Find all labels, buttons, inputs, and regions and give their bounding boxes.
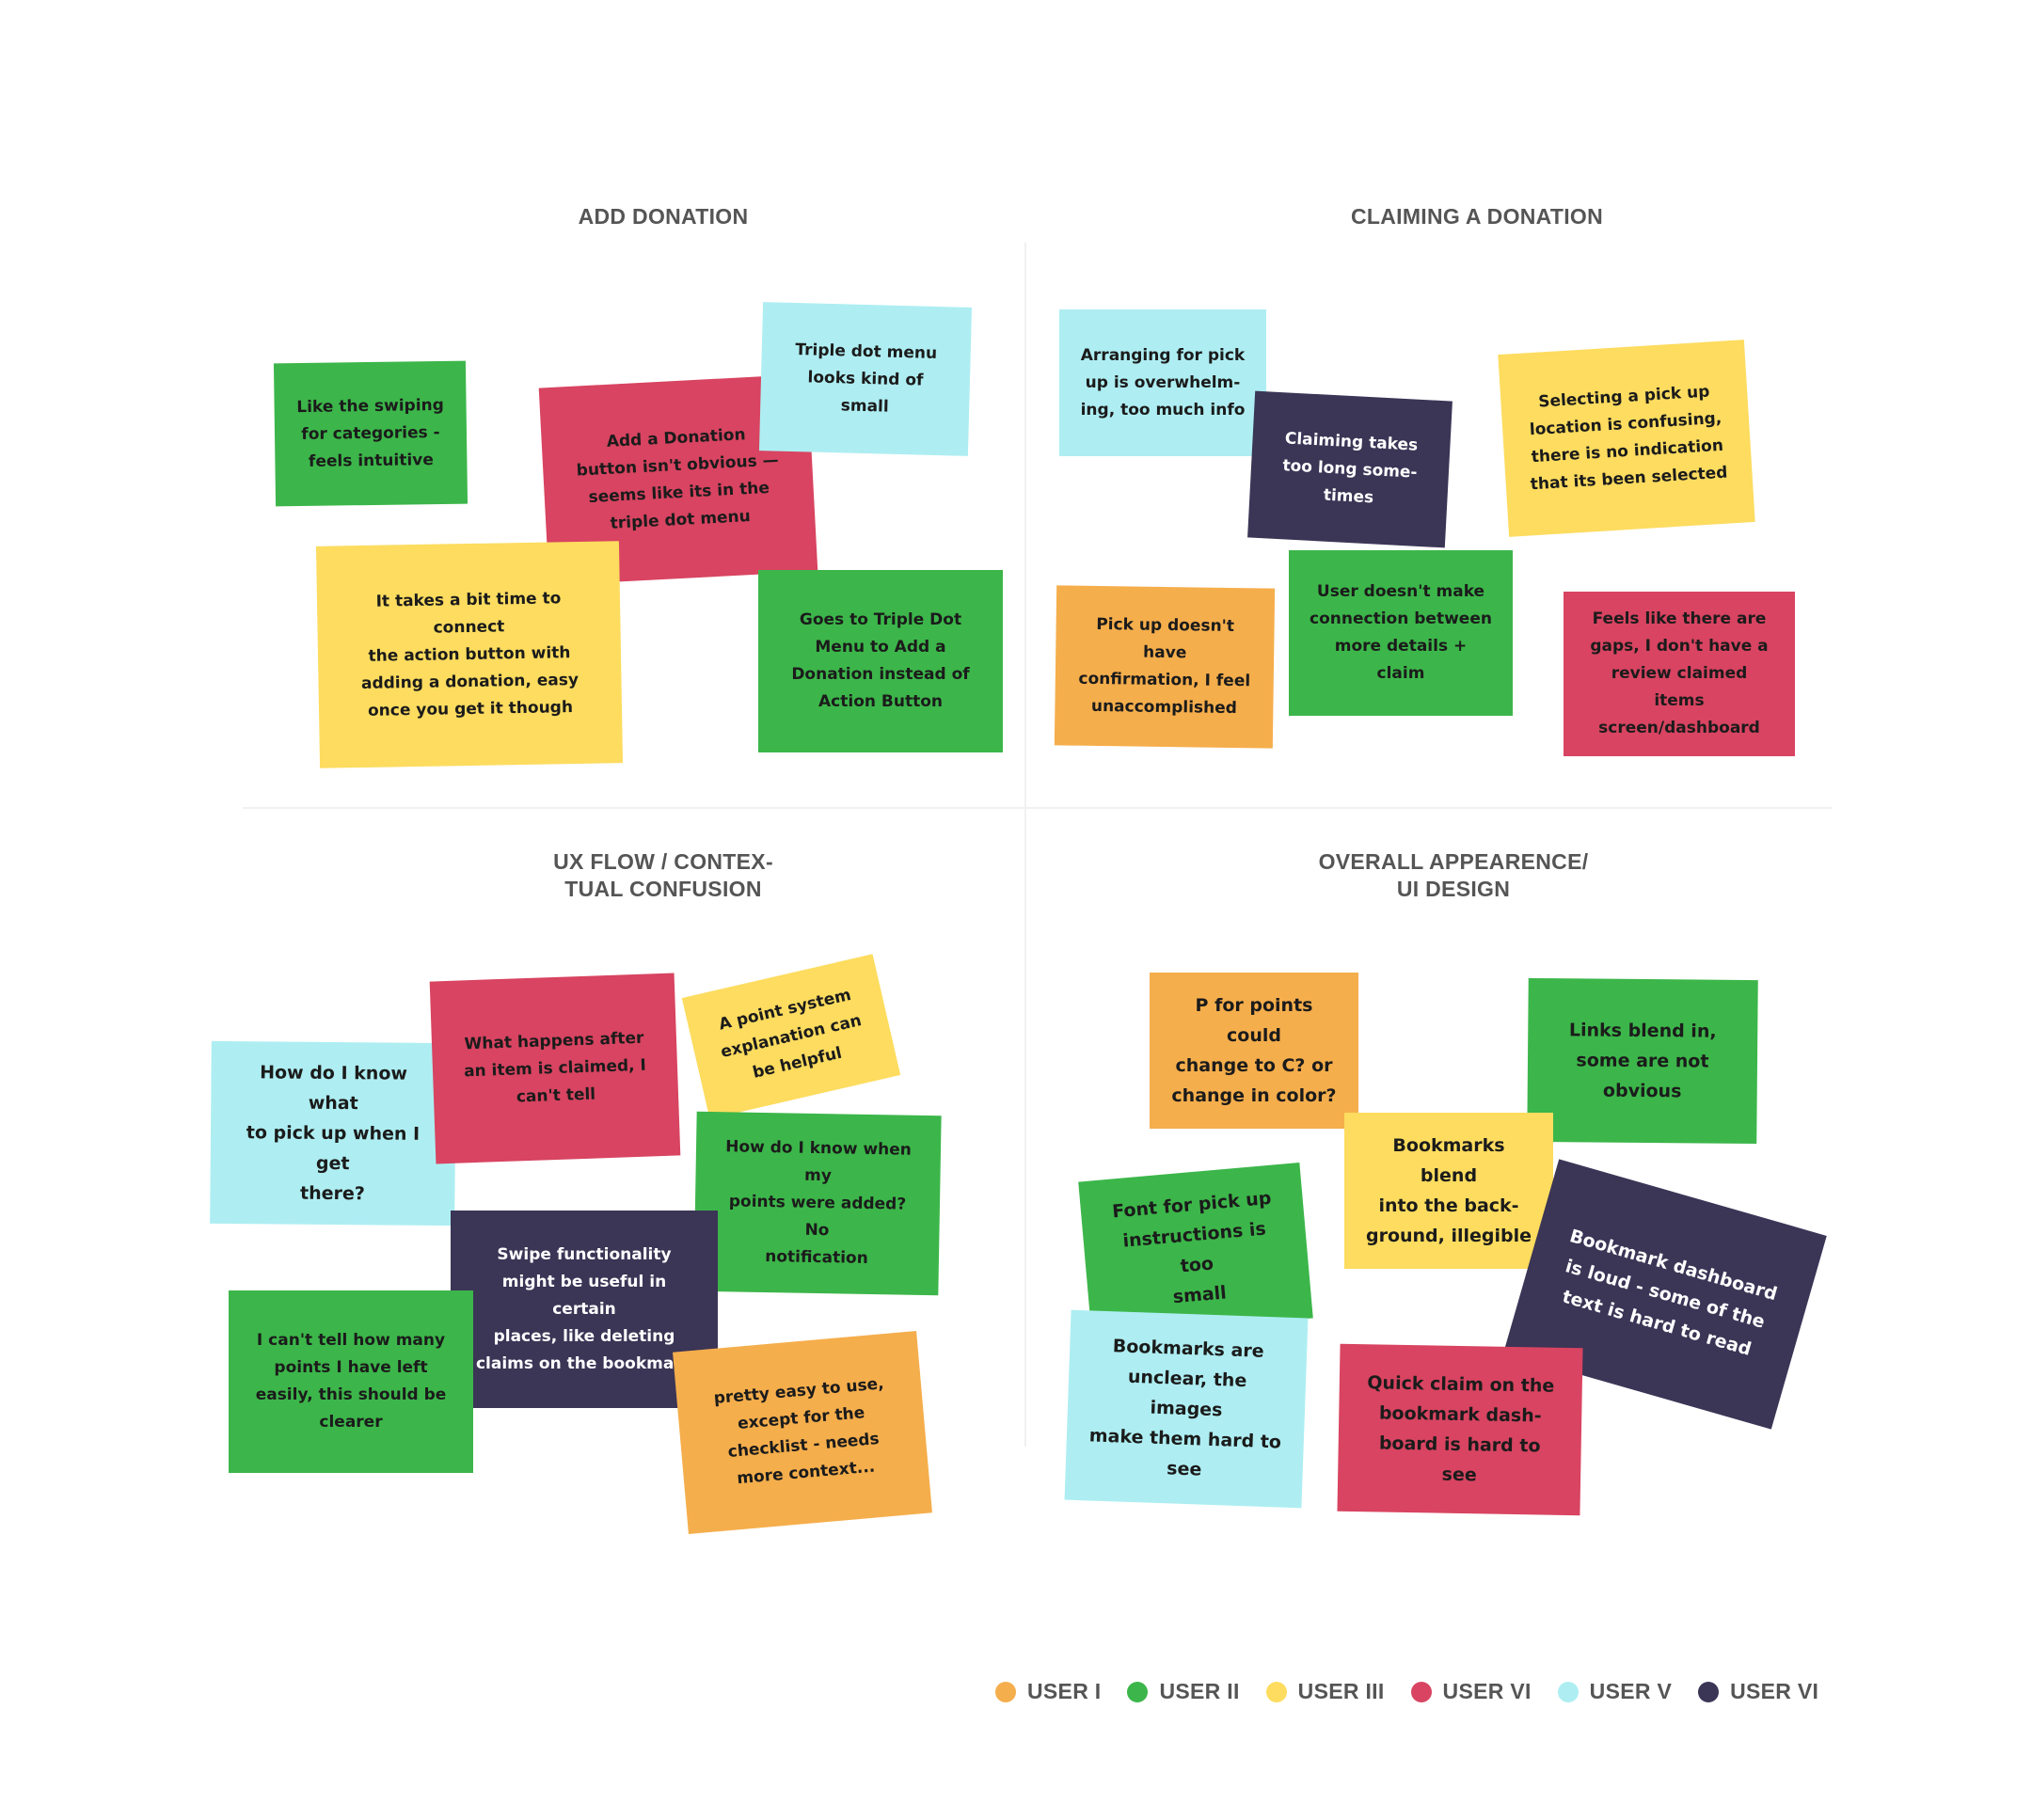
note-text: Add a Donation button isn't obvious — se… — [576, 425, 780, 533]
legend-item-user-4: USER VI — [1410, 1679, 1532, 1704]
note-text: How do I know when my points were added?… — [725, 1137, 913, 1268]
sticky-note-green[interactable]: User doesn't make connection between mor… — [1289, 550, 1513, 716]
note-text: Font for pick up instructions is too sma… — [1111, 1187, 1273, 1308]
cyan-dot-icon — [1557, 1681, 1579, 1702]
note-text: It takes a bit time to connect the actio… — [360, 588, 579, 720]
yellow-dot-icon — [1265, 1681, 1287, 1702]
note-text: Bookmark dashboard is loud - some of the… — [1560, 1226, 1780, 1360]
vertical-divider — [1024, 243, 1026, 1447]
sticky-note-cyan[interactable]: Bookmarks are unclear, the images make t… — [1064, 1309, 1309, 1509]
sticky-note-green[interactable]: I can't tell how many points I have left… — [229, 1290, 473, 1473]
legend-item-user-5: USER V — [1557, 1679, 1673, 1704]
legend-label: USER II — [1159, 1679, 1240, 1703]
affinity-board: ADD DONATION CLAIMING A DONATION UX FLOW… — [0, 0, 2032, 1820]
note-text: What happens after an item is claimed, I… — [463, 1028, 647, 1106]
note-text: Swipe functionality might be useful in c… — [475, 1244, 693, 1373]
note-text: Links blend in, some are not obvious — [1568, 1020, 1717, 1102]
sticky-note-green[interactable]: Goes to Triple Dot Menu to Add a Donatio… — [758, 570, 1003, 752]
quadrant-title-ux-flow: UX FLOW / CONTEX- TUAL CONFUSION — [553, 849, 773, 901]
sticky-note-orange[interactable]: Pick up doesn't have confirmation, I fee… — [1054, 585, 1276, 749]
sticky-note-orange[interactable]: P for points could change to C? or chang… — [1150, 973, 1358, 1129]
legend-item-user-3: USER III — [1265, 1679, 1385, 1704]
horizontal-divider — [243, 807, 1833, 809]
note-text: I can't tell how many points I have left… — [255, 1331, 447, 1432]
note-text: pretty easy to use, except for the check… — [712, 1374, 885, 1489]
legend-item-user-6: USER VI — [1698, 1679, 1818, 1704]
note-text: Arranging for pick up is overwhelm- ing,… — [1080, 345, 1246, 419]
red-dot-icon — [1410, 1681, 1432, 1702]
sticky-note-green[interactable]: How do I know when my points were added?… — [693, 1111, 942, 1296]
quadrant-title-claiming-donation: CLAIMING A DONATION — [1350, 204, 1604, 229]
note-text: User doesn't make connection between mor… — [1310, 578, 1492, 688]
legend-item-user-2: USER II — [1127, 1679, 1239, 1704]
sticky-note-green[interactable]: Like the swiping for categories - feels … — [273, 360, 468, 507]
sticky-note-navy[interactable]: Claiming takes too long some- times — [1247, 390, 1453, 548]
sticky-note-cyan[interactable]: How do I know what to pick up when I get… — [210, 1040, 456, 1227]
note-text: Quick claim on the bookmark dash- board … — [1367, 1372, 1555, 1486]
sticky-note-yellow[interactable]: It takes a bit time to connect the actio… — [315, 541, 624, 768]
note-text: Bookmarks are unclear, the images make t… — [1088, 1336, 1282, 1480]
quadrant-title-add-donation: ADD DONATION — [578, 204, 749, 229]
sticky-note-yellow[interactable]: Selecting a pick up location is confusin… — [1498, 340, 1755, 537]
sticky-note-yellow[interactable]: A point system explanation can be helpfu… — [681, 954, 901, 1119]
note-text: How do I know what to pick up when I get… — [246, 1062, 421, 1205]
note-text: Claiming takes too long some- times — [1281, 428, 1419, 507]
sticky-note-cyan[interactable]: Triple dot menu looks kind of small — [758, 302, 973, 456]
legend-label: USER VI — [1730, 1679, 1819, 1703]
note-text: Feels like there are gaps, I don't have … — [1590, 609, 1769, 737]
note-text: Triple dot menu looks kind of small — [795, 340, 938, 417]
note-text-emphasis: more details + claim — [1334, 637, 1468, 683]
orange-dot-icon — [995, 1681, 1016, 1702]
legend-label: USER V — [1589, 1679, 1673, 1703]
note-text: Bookmarks blend into the back- ground, i… — [1365, 1135, 1532, 1246]
navy-dot-icon — [1698, 1681, 1720, 1702]
sticky-note-green[interactable]: Links blend in, some are not obvious — [1527, 977, 1758, 1145]
note-text: Goes to Triple Dot Menu to Add a Donatio… — [791, 610, 970, 711]
legend-item-user-1: USER I — [995, 1679, 1101, 1704]
note-text: Selecting a pick up location is confusin… — [1529, 382, 1728, 495]
sticky-note-orange[interactable]: pretty easy to use, except for the check… — [673, 1331, 932, 1534]
note-text: Pick up doesn't have confirmation, I fee… — [1078, 614, 1251, 719]
legend-label: USER III — [1297, 1679, 1385, 1703]
legend-label: USER VI — [1442, 1679, 1532, 1703]
note-text-part: User doesn't make connection between — [1310, 582, 1492, 628]
sticky-note-red[interactable]: Feels like there are gaps, I don't have … — [1564, 592, 1795, 756]
note-text: Like the swiping for categories - feels … — [296, 395, 445, 471]
sticky-note-red[interactable]: What happens after an item is claimed, I… — [429, 973, 681, 1164]
green-dot-icon — [1127, 1681, 1149, 1702]
sticky-note-cyan[interactable]: Arranging for pick up is overwhelm- ing,… — [1059, 309, 1266, 456]
user-legend: USER I USER II USER III USER VI USER V U… — [995, 1679, 1845, 1704]
sticky-note-red[interactable]: Quick claim on the bookmark dash- board … — [1337, 1343, 1583, 1516]
note-text: A point system explanation can be helpfu… — [717, 985, 864, 1083]
sticky-note-yellow[interactable]: Bookmarks blend into the back- ground, i… — [1344, 1113, 1553, 1269]
note-text: P for points could change to C? or chang… — [1171, 995, 1337, 1106]
quadrant-title-overall-appearance: OVERALL APPEARENCE/ UI DESIGN — [1318, 849, 1589, 901]
legend-label: USER I — [1027, 1679, 1102, 1703]
